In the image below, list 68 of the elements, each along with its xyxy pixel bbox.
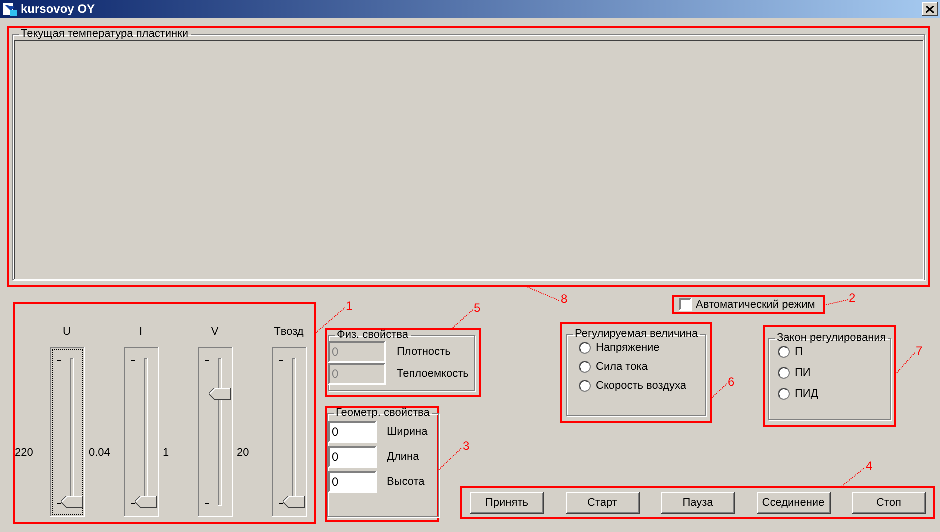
value-reading: 1 [163,447,170,461]
field-label: Плотность [397,346,451,358]
slider-thumb[interactable] [60,496,82,508]
radio-option[interactable]: Напряжение [579,342,705,354]
tick-mark [204,360,208,361]
slider-thumb[interactable] [208,388,230,400]
checkbox-label[interactable]: Автоматический режим [696,298,816,310]
radio-button[interactable] [778,388,790,400]
field-label: Ширина [387,426,428,438]
tick-mark [130,503,134,504]
slider-thumb[interactable] [134,496,156,508]
window-title: kursovoy OY [21,2,96,16]
action-button[interactable]: Пауза [661,492,735,514]
group-title: Физ. свойства [336,329,410,341]
action-button[interactable]: Стоп [852,492,926,514]
annotation-number: 5 [474,302,481,314]
slider-label: V [211,326,219,340]
tick-mark [278,503,282,504]
slider[interactable] [50,347,84,517]
value-reading: 0.04 [89,447,112,461]
slider[interactable] [198,347,232,517]
close-icon [926,6,934,12]
input-field[interactable]: 0 [328,446,377,468]
group-title: Текущая температура пластинки [20,28,190,40]
radio-button[interactable] [579,380,591,392]
radio-button[interactable] [778,367,790,379]
slider[interactable] [272,347,306,517]
radio-button[interactable] [778,346,790,358]
annotation-number: 3 [463,440,470,452]
tick-mark [130,360,134,361]
tick-mark [278,360,282,361]
annotation-number: 7 [916,345,923,357]
action-button[interactable]: Принять [470,492,544,514]
value-reading: 220 [15,447,34,461]
radio-option[interactable]: Сила тока [579,361,705,373]
slider-label: Tвозд [274,326,304,340]
radio-option[interactable]: Скорость воздуха [579,380,705,392]
field-label: Высота [387,476,425,488]
input-field[interactable]: 0 [328,421,377,443]
radio-button[interactable] [579,342,591,354]
tick-mark [56,503,60,504]
slider[interactable] [124,347,158,517]
group-title: Регулируемая величина [574,328,700,340]
annotation-number: 1 [346,300,353,312]
action-button[interactable]: Старт [566,492,640,514]
radio-button[interactable] [579,361,591,373]
annotation-number: 2 [849,292,856,304]
slider-label: U [63,326,71,340]
group-title: Геометр. свойства [335,407,431,419]
tick-mark [56,360,60,361]
value-reading: 20 [237,447,250,461]
close-button[interactable] [922,2,938,16]
tick-mark [204,503,208,504]
slider-label: I [139,326,143,340]
checkbox[interactable] [679,298,692,311]
annotation-number: 8 [561,293,568,305]
group-title: Закон регулирования [776,332,888,344]
action-button[interactable]: Ссединение [756,492,830,514]
field-label: Теплоемкость [397,368,469,380]
app-icon [2,1,18,17]
slider-thumb[interactable] [282,496,304,508]
annotation-number: 6 [728,376,735,388]
radio-option[interactable]: ПИД [778,388,890,400]
radio-option[interactable]: ПИ [778,367,890,379]
radio-option[interactable]: П [778,346,890,358]
input-field[interactable]: 0 [328,471,377,493]
annotation-number: 4 [866,460,873,472]
field-label: Длина [387,451,420,463]
